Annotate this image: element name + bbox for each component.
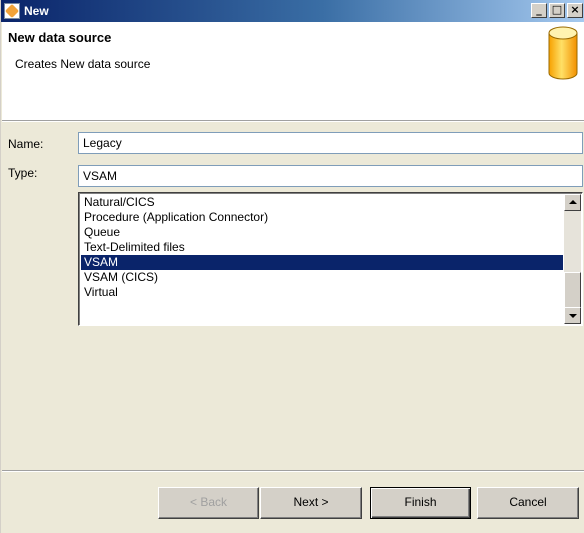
back-button[interactable]: < Back xyxy=(158,487,259,519)
next-button[interactable]: Next > xyxy=(260,487,362,519)
wizard-header: New data source Creates New data source xyxy=(2,22,584,120)
list-scrollbar[interactable] xyxy=(564,194,581,324)
cancel-button[interactable]: Cancel xyxy=(477,487,579,519)
finish-button[interactable]: Finish xyxy=(370,487,471,519)
app-icon xyxy=(4,3,20,19)
database-icon xyxy=(548,26,578,80)
window-controls: _ □ × xyxy=(531,3,583,18)
footer-separator xyxy=(2,470,584,472)
title-bar[interactable]: New _ □ × xyxy=(1,0,584,22)
scroll-down-button[interactable] xyxy=(564,307,581,324)
maximize-button[interactable]: □ xyxy=(549,3,565,18)
list-item-selected[interactable]: VSAM xyxy=(81,255,563,270)
window-title: New xyxy=(24,4,49,18)
scroll-up-button[interactable] xyxy=(564,194,581,211)
name-field[interactable]: Legacy xyxy=(78,132,583,154)
scroll-thumb[interactable] xyxy=(564,272,581,310)
new-data-source-dialog: New _ □ × New data source Creates New da… xyxy=(0,0,584,533)
header-description: Creates New data source xyxy=(15,57,151,71)
type-label: Type: xyxy=(8,166,38,180)
close-button[interactable]: × xyxy=(567,3,583,18)
list-item[interactable]: Virtual xyxy=(81,285,563,300)
arrow-down-icon xyxy=(569,314,577,318)
type-list-items: Natural/CICS Procedure (Application Conn… xyxy=(81,195,563,300)
list-item[interactable]: Text-Delimited files xyxy=(81,240,563,255)
name-label: Name: xyxy=(8,137,44,151)
header-title: New data source xyxy=(8,30,112,45)
list-item[interactable]: Natural/CICS xyxy=(81,195,563,210)
list-item[interactable]: VSAM (CICS) xyxy=(81,270,563,285)
type-field[interactable]: VSAM xyxy=(78,165,583,187)
header-separator xyxy=(2,120,584,122)
list-item[interactable]: Procedure (Application Connector) xyxy=(81,210,563,225)
type-listbox[interactable]: Natural/CICS Procedure (Application Conn… xyxy=(78,192,583,326)
arrow-up-icon xyxy=(569,200,577,204)
list-item[interactable]: Queue xyxy=(81,225,563,240)
minimize-button[interactable]: _ xyxy=(531,3,547,18)
